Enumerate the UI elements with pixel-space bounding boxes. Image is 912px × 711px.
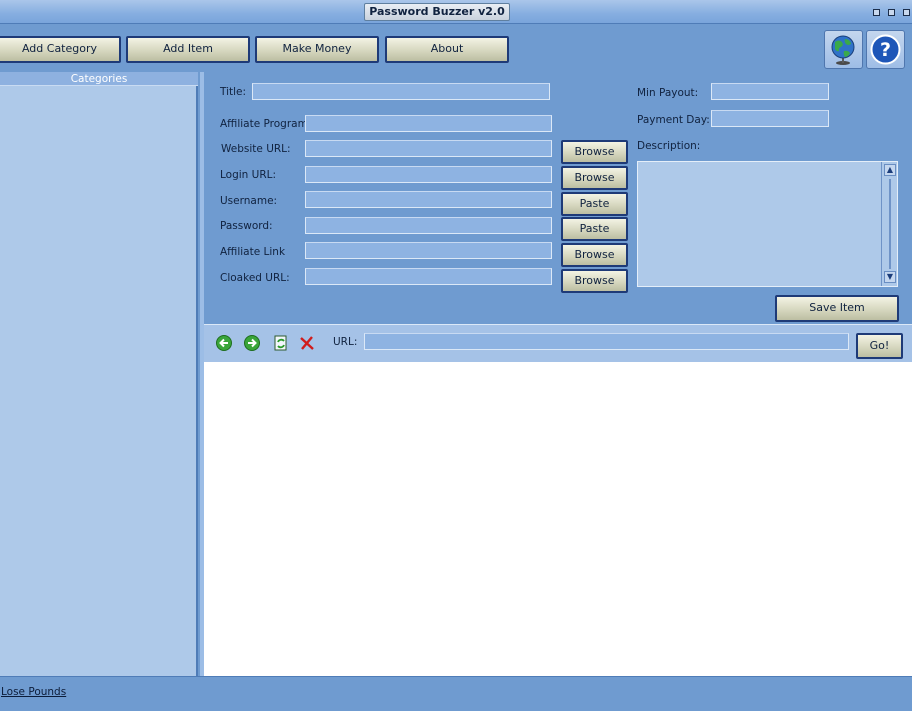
affiliate-link-browse-button[interactable]: Browse bbox=[561, 243, 628, 267]
maximize-button[interactable] bbox=[888, 9, 895, 16]
description-textarea[interactable] bbox=[637, 161, 898, 287]
minimize-button[interactable] bbox=[873, 9, 880, 16]
payment-day-input[interactable] bbox=[711, 110, 829, 127]
url-label: URL: bbox=[333, 336, 358, 348]
min-payout-label: Min Payout: bbox=[637, 87, 699, 99]
back-arrow-icon[interactable] bbox=[216, 335, 232, 351]
stop-icon[interactable] bbox=[299, 335, 315, 351]
cloaked-url-browse-button[interactable]: Browse bbox=[561, 269, 628, 293]
website-url-input[interactable] bbox=[305, 140, 552, 157]
lose-pounds-link[interactable]: Lose Pounds bbox=[1, 686, 66, 698]
login-url-label: Login URL: bbox=[220, 169, 277, 181]
globe-icon bbox=[831, 35, 855, 65]
title-label: Title: bbox=[220, 86, 247, 98]
website-url-browse-button[interactable]: Browse bbox=[561, 140, 628, 164]
help-button[interactable]: ? bbox=[866, 30, 905, 69]
affiliate-program-input[interactable] bbox=[305, 115, 552, 132]
title-input[interactable] bbox=[252, 83, 550, 100]
refresh-icon[interactable] bbox=[273, 335, 289, 351]
login-url-input[interactable] bbox=[305, 166, 552, 183]
website-url-label: Website URL: bbox=[221, 143, 291, 155]
password-label: Password: bbox=[220, 220, 273, 232]
scroll-up-icon[interactable]: ▲ bbox=[884, 164, 896, 176]
status-bar bbox=[0, 676, 912, 711]
save-item-button[interactable]: Save Item bbox=[775, 295, 899, 322]
globe-button[interactable] bbox=[824, 30, 863, 69]
username-paste-button[interactable]: Paste bbox=[561, 192, 628, 216]
web-view[interactable] bbox=[204, 362, 912, 676]
cloaked-url-label: Cloaked URL: bbox=[220, 272, 290, 284]
url-input[interactable] bbox=[364, 333, 849, 350]
payment-day-label: Payment Day: bbox=[637, 114, 710, 126]
login-url-browse-button[interactable]: Browse bbox=[561, 166, 628, 190]
username-label: Username: bbox=[220, 195, 278, 207]
about-button[interactable]: About bbox=[385, 36, 509, 63]
password-input[interactable] bbox=[305, 217, 552, 234]
username-input[interactable] bbox=[305, 191, 552, 208]
scroll-track[interactable] bbox=[889, 179, 891, 269]
password-paste-button[interactable]: Paste bbox=[561, 217, 628, 241]
add-item-button[interactable]: Add Item bbox=[126, 36, 250, 63]
scroll-down-icon[interactable]: ▼ bbox=[884, 271, 896, 283]
description-label: Description: bbox=[637, 140, 701, 152]
forward-arrow-icon[interactable] bbox=[244, 335, 260, 351]
svg-text:?: ? bbox=[880, 39, 891, 61]
go-button[interactable]: Go! bbox=[856, 333, 903, 359]
description-scrollbar[interactable]: ▲ ▼ bbox=[881, 162, 897, 286]
add-category-button[interactable]: Add Category bbox=[0, 36, 121, 63]
cloaked-url-input[interactable] bbox=[305, 268, 552, 285]
make-money-button[interactable]: Make Money bbox=[255, 36, 379, 63]
affiliate-link-input[interactable] bbox=[305, 242, 552, 259]
categories-panel[interactable] bbox=[0, 72, 198, 676]
categories-header: Categories bbox=[0, 72, 198, 86]
close-button[interactable] bbox=[903, 9, 910, 16]
affiliate-program-label: Affiliate Program: bbox=[220, 118, 312, 130]
window-title: Password Buzzer v2.0 bbox=[364, 3, 510, 21]
affiliate-link-label: Affiliate Link bbox=[220, 246, 286, 258]
help-icon: ? bbox=[870, 34, 901, 65]
min-payout-input[interactable] bbox=[711, 83, 829, 100]
